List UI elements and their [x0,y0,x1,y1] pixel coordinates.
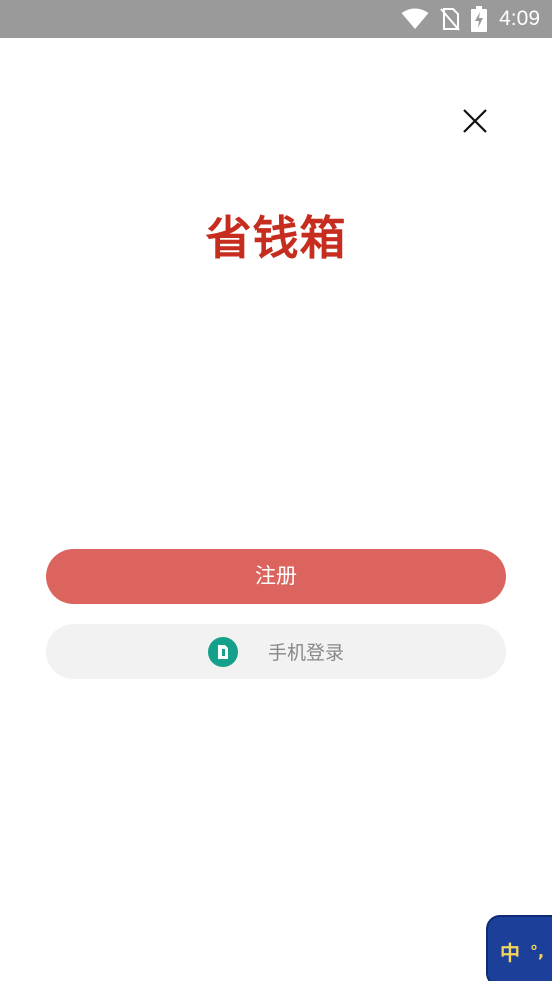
close-button[interactable] [455,101,495,141]
wifi-icon [401,8,429,30]
ime-floating-widget[interactable]: 中 °, [486,915,552,981]
ime-mode-char: 中 [500,940,520,965]
status-icons: 4:09 [401,0,540,38]
login-screen: 4:09 省钱箱 注册 手机登录 中 °, [0,0,552,981]
ime-punct-indicator: °, [530,941,545,961]
status-time: 4:09 [499,7,540,30]
phone-login-button[interactable]: 手机登录 [46,624,506,679]
status-bar: 4:09 [0,0,552,38]
register-button[interactable]: 注册 [46,549,506,604]
phone-login-label: 手机登录 [267,642,344,664]
battery-charging-icon [471,6,488,32]
phone-icon [207,636,238,667]
app-title: 省钱箱 [205,211,347,265]
close-icon [463,109,487,133]
no-sim-icon [439,7,461,31]
